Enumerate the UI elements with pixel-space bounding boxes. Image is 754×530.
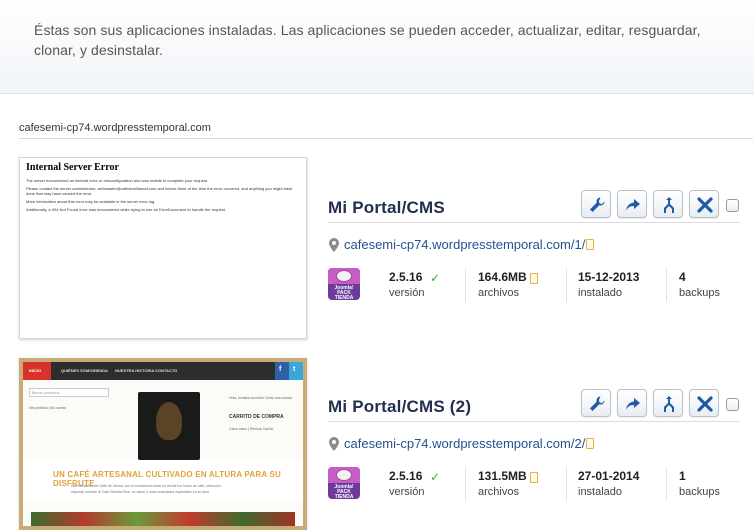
stat-value: 27-01-2014 (578, 469, 640, 483)
stat-label: instalado (578, 287, 623, 299)
preview-nav-label: NUESTRA HISTORIA (115, 368, 155, 373)
divider (328, 222, 740, 223)
app-url-link[interactable]: cafesemi-cp74.wordpresstemporal.com/2/ (344, 436, 585, 451)
divider (328, 421, 740, 422)
share-arrow-icon (626, 398, 640, 410)
clone-button[interactable] (653, 389, 683, 417)
app-url-link[interactable]: cafesemi-cp74.wordpresstemporal.com/1/ (344, 237, 585, 252)
intro-text: Éstas son sus aplicaciones instaladas. L… (34, 22, 701, 58)
preview-banner-line: Las montañas del Valle de Alturia, son e… (71, 484, 221, 488)
joomla-app-icon: Joomla!PACK TIENDA BOUTIQUE (328, 268, 360, 300)
preview-body: Buscar productos... Mis pedidos | Mi cue… (23, 380, 303, 526)
preview-coffee-photo (31, 512, 295, 526)
preview-navbar: INICIO QUIÉNES SOMOS TIENDA NUESTRA HIST… (23, 362, 303, 380)
divider (666, 467, 667, 501)
preview-search-box: Buscar productos... (29, 388, 109, 397)
divider (566, 467, 567, 501)
divider (666, 268, 667, 302)
external-link-icon[interactable] (530, 472, 538, 483)
stat-value: 15-12-2013 (578, 270, 640, 284)
stat-label: instalado (578, 486, 623, 498)
stat-value: 2.5.16 (389, 270, 423, 284)
preview-cart-title: CARRITO DE COMPRA (229, 414, 284, 420)
stat-value: 4 (679, 270, 686, 284)
joomla-app-icon: Joomla!PACK TIENDA BOUTIQUE (328, 467, 360, 499)
stat-value: 1 (679, 469, 686, 483)
app-preview-thumbnail-1[interactable]: Internal Server Error The server encount… (19, 157, 307, 339)
wrench-icon (590, 396, 605, 411)
delete-button[interactable] (689, 389, 719, 417)
joomla-caption: PACK TIENDA BOUTIQUE (334, 290, 354, 301)
edit-button[interactable] (581, 389, 611, 417)
preview-nav-home: INICIO (23, 362, 51, 380)
check-icon: ✓ (430, 271, 441, 285)
stat-value: 2.5.16 (389, 469, 423, 483)
map-pin-icon (329, 238, 339, 252)
preview-error-line: Please contact the server administrator,… (26, 186, 293, 196)
domain-heading: cafesemi-cp74.wordpresstemporal.com (19, 122, 753, 139)
update-button[interactable] (617, 389, 647, 417)
close-x-icon (697, 396, 713, 412)
preview-error-line: The server encountered an internal error… (26, 178, 209, 183)
preview-banner-line: regional, brindan al Café Semilla Real, … (71, 490, 209, 494)
clone-button[interactable] (653, 190, 683, 218)
share-arrow-icon (626, 199, 640, 211)
preview-nav-label: QUIÉNES SOMOS (61, 368, 96, 373)
close-x-icon (697, 197, 713, 213)
stat-label: versión (389, 287, 425, 299)
app-title: Mi Portal/CMS (328, 198, 445, 217)
preview-banner: UN CAFÉ ARTESANAL CULTIVADO EN ALTURA PA… (23, 460, 303, 502)
preview-cart-status: Carro vacío | Revisar Carrito (229, 427, 274, 431)
stat-label: backups (679, 486, 720, 498)
preview-nav-label: INICIO (29, 368, 42, 373)
joomla-caption: PACK TIENDA BOUTIQUE (334, 489, 354, 500)
preview-error-line: More information about this error may be… (26, 199, 156, 204)
preview-nav-label: CONTACTO (155, 368, 178, 373)
clone-icon (664, 197, 674, 213)
divider (465, 268, 466, 302)
stat-label: archivos (478, 287, 519, 299)
app-preview-thumbnail-2[interactable]: INICIO QUIÉNES SOMOS TIENDA NUESTRA HIST… (19, 358, 307, 530)
preview-account-links: Mis pedidos | Mi cuenta (29, 406, 66, 410)
stat-value: 164.6MB (478, 270, 527, 284)
stat-label: backups (679, 287, 720, 299)
delete-button[interactable] (689, 190, 719, 218)
external-link-icon[interactable] (530, 273, 538, 284)
external-link-icon[interactable] (586, 438, 594, 449)
preview-nav-label: TIENDA (93, 368, 108, 373)
edit-button[interactable] (581, 190, 611, 218)
stat-label: archivos (478, 486, 519, 498)
preview-error-title: Internal Server Error (26, 162, 119, 173)
facebook-icon: f (275, 362, 289, 380)
app-title: Mi Portal/CMS (2) (328, 397, 472, 416)
preview-login-links: Hola, Invitado Acceder Crear una cuenta (229, 396, 293, 400)
external-link-icon[interactable] (586, 239, 594, 250)
wrench-icon (590, 197, 605, 212)
preview-coffee-logo (138, 392, 200, 460)
check-icon: ✓ (430, 470, 441, 484)
update-button[interactable] (617, 190, 647, 218)
preview-error-line: Additionally, a 404 Not Found error was … (26, 207, 227, 212)
divider (465, 467, 466, 501)
intro-banner: Éstas son sus aplicaciones instaladas. L… (0, 0, 754, 94)
select-checkbox[interactable] (726, 199, 739, 212)
select-checkbox[interactable] (726, 398, 739, 411)
divider (566, 268, 567, 302)
clone-icon (664, 396, 674, 412)
stat-label: versión (389, 486, 425, 498)
stat-value: 131.5MB (478, 469, 527, 483)
map-pin-icon (329, 437, 339, 451)
twitter-icon: t (289, 362, 303, 380)
